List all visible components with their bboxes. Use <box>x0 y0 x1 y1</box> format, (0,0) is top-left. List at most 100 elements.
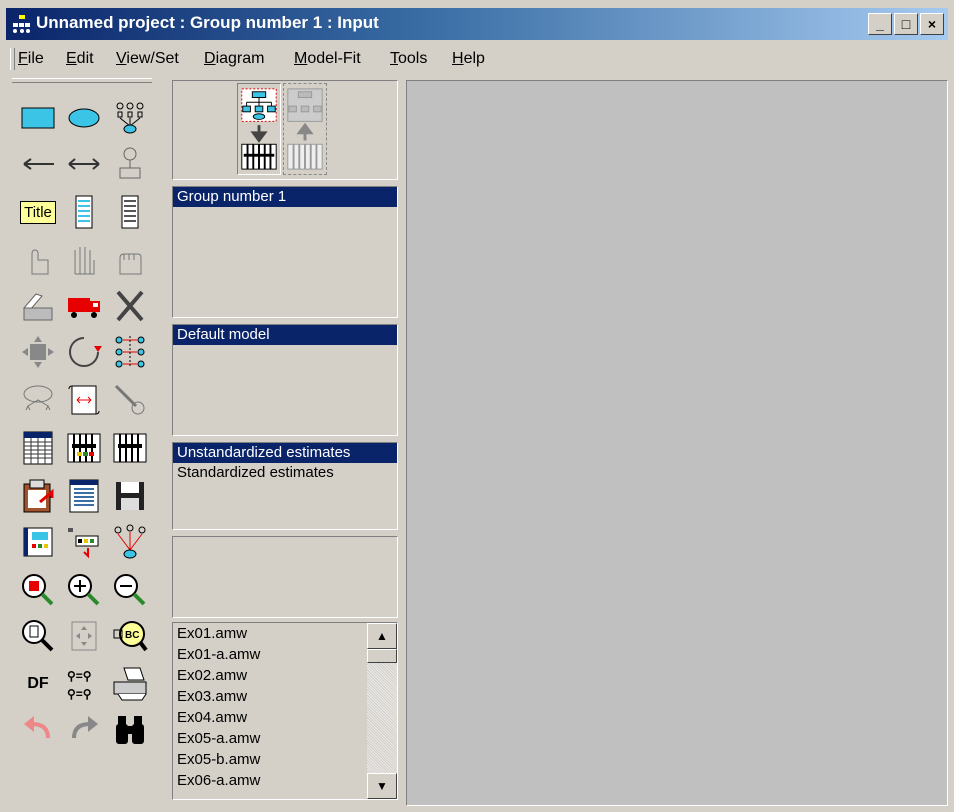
files-panel: Ex01.amw Ex01-a.amw Ex02.amw Ex03.amw Ex… <box>172 622 398 800</box>
deselect-all-objects-tool[interactable] <box>108 238 152 282</box>
estimate-item-standardized[interactable]: Standardized estimates <box>173 463 397 483</box>
truck-icon <box>68 298 100 318</box>
menu-view-set[interactable]: View/Set <box>116 50 179 68</box>
double-arrow-icon <box>68 158 100 170</box>
draw-observed-variable-tool[interactable] <box>16 96 60 140</box>
move-objects-tool[interactable] <box>62 284 106 328</box>
select-one-object-tool[interactable] <box>16 238 60 282</box>
figure-caption-tool[interactable]: Title <box>16 190 60 234</box>
select-data-files-tool[interactable] <box>16 426 60 470</box>
duplicate-objects-tool[interactable] <box>16 284 60 328</box>
menu-file[interactable]: File <box>18 50 44 68</box>
print-diagram-tool[interactable] <box>108 662 152 706</box>
zoom-out-tool[interactable] <box>108 568 152 612</box>
move-parameter-values-tool[interactable] <box>16 378 60 422</box>
df-label: DF <box>27 675 49 692</box>
file-item[interactable]: Ex05-a.amw <box>173 728 367 749</box>
model-item[interactable]: Default model <box>173 325 397 345</box>
reflect-indicators-tool[interactable] <box>108 330 152 374</box>
list-variables-dataset-tool[interactable] <box>108 190 152 234</box>
touch-up-variable-tool[interactable] <box>108 378 152 422</box>
menu-edit[interactable]: Edit <box>66 50 94 68</box>
printer-icon <box>113 667 147 701</box>
menu-bar: File Edit View/Set Diagram Model-Fit Too… <box>6 44 948 74</box>
multiple-group-analysis-tool[interactable]: ⚲=⚲ ⚲=⚲ <box>62 662 106 706</box>
draw-path-tool[interactable] <box>16 142 60 186</box>
zoom-in-tool[interactable] <box>62 568 106 612</box>
binoculars-icon <box>116 716 144 744</box>
undo-icon <box>24 716 50 739</box>
file-item[interactable]: Ex06-a.amw <box>173 770 367 791</box>
change-shape-tool[interactable] <box>16 330 60 374</box>
copy-to-clipboard-tool[interactable] <box>16 474 60 518</box>
minimize-button[interactable]: _ <box>868 13 892 35</box>
list-variables-model-tool[interactable] <box>62 190 106 234</box>
analysis-properties-tool[interactable] <box>62 426 106 470</box>
reposition-diagram-tool[interactable] <box>62 378 106 422</box>
files-scrollbar[interactable]: ▲ ▼ <box>367 623 397 799</box>
draw-covariance-tool[interactable] <box>62 142 106 186</box>
view-input-button[interactable] <box>237 83 281 175</box>
maximize-button[interactable]: □ <box>894 13 918 35</box>
file-item[interactable]: Ex03.amw <box>173 686 367 707</box>
resize-shape-icon <box>22 336 54 368</box>
draw-latent-variable-tool[interactable] <box>62 96 106 140</box>
view-output-button[interactable] <box>283 83 327 175</box>
amos-window: Unnamed project : Group number 1 : Input… <box>0 0 954 812</box>
degrees-of-freedom-tool[interactable]: DF <box>16 662 60 706</box>
rotate-indicators-tool[interactable] <box>62 330 106 374</box>
estimates-panel: Unstandardized estimates Standardized es… <box>172 442 398 530</box>
loupe-tool[interactable]: BC <box>108 614 152 658</box>
view-text-output-tool[interactable] <box>62 474 106 518</box>
close-button[interactable]: × <box>920 13 944 35</box>
menu-help[interactable]: Help <box>452 50 485 68</box>
preserve-symmetries-tool[interactable] <box>108 520 152 564</box>
scroll-down-button[interactable]: ▼ <box>367 773 397 799</box>
scroll-thumb[interactable] <box>367 649 397 663</box>
zoom-out-icon <box>114 574 146 606</box>
menu-tools[interactable]: Tools <box>390 50 427 68</box>
zoom-page-icon <box>22 620 54 652</box>
indicator-icon <box>116 102 144 134</box>
group-item[interactable]: Group number 1 <box>173 187 397 207</box>
specification-search-tool[interactable] <box>108 708 152 752</box>
view-page-tool[interactable] <box>16 614 60 658</box>
menu-model-fit[interactable]: Model-Fit <box>294 50 361 68</box>
zoom-in-area-tool[interactable] <box>16 568 60 612</box>
file-item[interactable]: Ex05-b.amw <box>173 749 367 770</box>
diagram-canvas[interactable] <box>406 80 948 806</box>
title-bar[interactable]: Unnamed project : Group number 1 : Input… <box>6 8 948 40</box>
app-diagram-icon <box>13 15 30 33</box>
open-hand-icon <box>74 247 95 275</box>
save-diagram-tool[interactable] <box>108 474 152 518</box>
calculate-estimates-tool[interactable] <box>108 426 152 470</box>
multi-group-icon: ⚲=⚲ ⚲=⚲ <box>67 669 92 701</box>
erase-objects-tool[interactable] <box>108 284 152 328</box>
scroll-up-button[interactable]: ▲ <box>367 623 397 649</box>
redo-tool[interactable] <box>62 708 106 752</box>
menu-diagram[interactable]: Diagram <box>204 50 264 68</box>
drag-properties-tool[interactable] <box>62 520 106 564</box>
file-item[interactable]: Ex04.amw <box>173 707 367 728</box>
fit-to-page-tool[interactable] <box>62 614 106 658</box>
toolbox: Title BC DF ⚲=⚲ ⚲=⚲ <box>10 78 170 806</box>
fist-icon <box>119 253 142 275</box>
data-grid-icon <box>23 431 53 465</box>
file-item[interactable]: Ex02.amw <box>173 665 367 686</box>
add-unique-variable-tool[interactable] <box>108 142 152 186</box>
select-all-objects-tool[interactable] <box>62 238 106 282</box>
view-output-icon <box>287 88 323 170</box>
file-item[interactable]: Ex01-a.amw <box>173 644 367 665</box>
file-item[interactable]: Ex01.amw <box>173 623 367 644</box>
object-properties-tool[interactable] <box>16 520 60 564</box>
drag-properties-icon <box>68 528 99 559</box>
redo-icon <box>72 716 98 739</box>
window-title: Unnamed project : Group number 1 : Input <box>36 13 379 32</box>
abacus-color-icon <box>67 433 101 463</box>
undo-tool[interactable] <box>16 708 60 752</box>
erase-x-icon <box>116 290 144 322</box>
estimate-item-unstandardized[interactable]: Unstandardized estimates <box>173 443 397 463</box>
draw-indicator-variable-tool[interactable] <box>108 96 152 140</box>
toolbox-grip <box>12 78 152 83</box>
rotate-icon <box>69 337 102 367</box>
